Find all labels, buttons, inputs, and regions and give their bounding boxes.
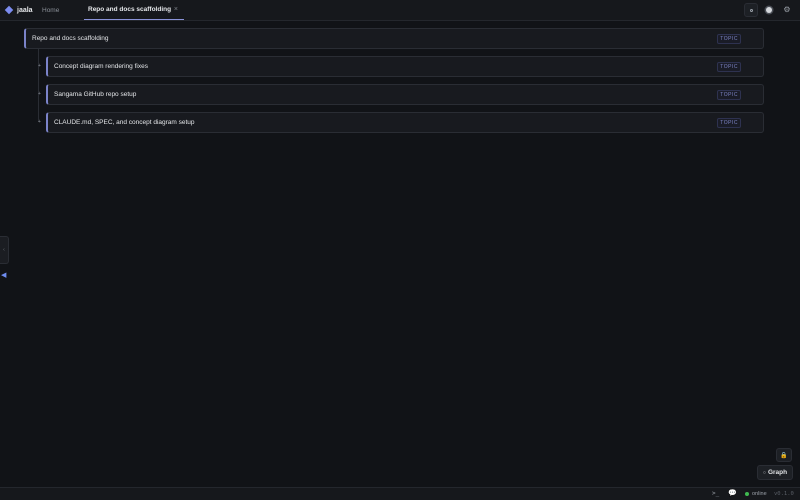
triangle-left-icon[interactable]: ◀ [1, 271, 6, 279]
tab-label: Repo and docs scaffolding [88, 6, 172, 13]
circle-button[interactable] [744, 3, 758, 17]
circle-icon [749, 8, 753, 12]
lock-button[interactable]: 🔒 [776, 448, 792, 462]
graph-button-label: Graph [767, 469, 788, 476]
topic-title: Repo and docs scaffolding [32, 35, 109, 42]
graph-icon: ○ [762, 469, 766, 476]
child-topic-card[interactable]: CLAUDE.md, SPEC, and concept diagram set… [46, 112, 764, 133]
topic-badge: TOPIC [717, 89, 741, 100]
top-bar: jaala Home Repo and docs scaffolding × ⚙ [0, 0, 800, 21]
version-label: v0.1.0 [774, 491, 794, 497]
top-actions: ⚙ [744, 3, 794, 17]
lock-icon: 🔒 [780, 452, 788, 459]
topic-title: Concept diagram rendering fixes [54, 63, 148, 70]
status-bar: >_ 💬 online v0.1.0 [0, 487, 800, 500]
topic-title: Sangama GitHub repo setup [54, 91, 137, 98]
expand-toggle[interactable]: + [37, 92, 42, 97]
close-icon[interactable]: × [174, 6, 178, 13]
terminal-icon[interactable]: >_ [712, 490, 719, 497]
child-topic-card[interactable]: Sangama GitHub repo setup TOPIC [46, 84, 764, 105]
sidebar-collapse-handle[interactable]: ‹ [0, 236, 9, 264]
tab-home[interactable]: Home [42, 0, 59, 20]
tree-connector [38, 49, 39, 122]
connection-status: online [745, 491, 767, 497]
topic-title: CLAUDE.md, SPEC, and concept diagram set… [54, 119, 195, 126]
topic-badge: TOPIC [717, 61, 741, 72]
expand-toggle[interactable]: + [37, 120, 42, 125]
theme-toggle-button[interactable] [762, 3, 776, 17]
gear-icon: ⚙ [783, 5, 791, 14]
expand-toggle[interactable]: + [37, 64, 42, 69]
graph-button[interactable]: ○ Graph [757, 465, 793, 480]
record-icon [766, 7, 772, 13]
diamond-logo-icon [4, 5, 14, 15]
tab-repo-docs-scaffolding[interactable]: Repo and docs scaffolding × [84, 0, 184, 20]
app-name: jaala [17, 6, 33, 14]
topic-badge: TOPIC [717, 33, 741, 44]
chat-icon[interactable]: 💬 [728, 489, 737, 497]
topic-badge: TOPIC [717, 117, 741, 128]
status-text: online [752, 491, 767, 497]
app-brand[interactable]: jaala [4, 0, 33, 20]
status-dot-icon [745, 492, 749, 496]
chevron-left-icon: ‹ [3, 247, 5, 253]
child-topic-card[interactable]: Concept diagram rendering fixes TOPIC [46, 56, 764, 77]
root-topic-card[interactable]: Repo and docs scaffolding TOPIC [24, 28, 764, 49]
settings-button[interactable]: ⚙ [780, 3, 794, 17]
